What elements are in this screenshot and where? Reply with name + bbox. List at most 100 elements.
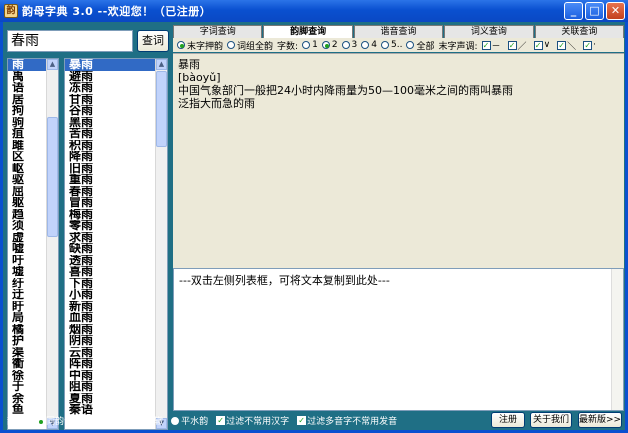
word-list-item[interactable]: 甘雨	[65, 94, 155, 106]
word-list-item[interactable]: 黑雨	[65, 117, 155, 129]
rhyme-pingshui[interactable]: 平水韵	[171, 414, 208, 427]
word-list-item[interactable]: 苦雨	[65, 128, 155, 140]
about-button[interactable]: 关于我们	[530, 412, 572, 428]
rhyme-char-list-item[interactable]: 橘	[8, 324, 46, 336]
char-count-3[interactable]: 3	[341, 40, 357, 50]
tone-flat[interactable]: ✓ －	[481, 39, 504, 52]
word-list-item[interactable]: 梅雨	[65, 209, 155, 221]
char-count-4[interactable]: 4	[361, 40, 377, 50]
tab-word-lookup[interactable]: 字词查询	[173, 25, 263, 38]
rhyme-char-list-item[interactable]: 吁	[8, 255, 46, 267]
tone-neutral[interactable]: ✓ ·	[583, 40, 599, 50]
rhyme-char-list-item[interactable]: 驱	[8, 174, 46, 186]
rhyme-char-list-item[interactable]: 于	[8, 381, 46, 393]
right-list-scrollbar[interactable]: ▲ ▼	[155, 59, 167, 429]
rhyme-char-list-item[interactable]: 盱	[8, 301, 46, 313]
char-count-5plus[interactable]: 5..	[381, 40, 402, 50]
scroll-up-icon[interactable]: ▲	[156, 59, 167, 70]
scroll-thumb[interactable]	[156, 71, 167, 147]
search-input[interactable]: 春雨	[7, 30, 133, 52]
word-list-item[interactable]: 缺雨	[65, 243, 155, 255]
notes-textarea[interactable]: ---双击左侧列表框，可将文本复制到此处---	[173, 268, 624, 411]
char-count-all[interactable]: 全部	[406, 39, 434, 52]
word-list-item[interactable]: 血雨	[65, 312, 155, 324]
rhyme-char-list-item[interactable]: 须	[8, 220, 46, 232]
rhyme-char-list-item[interactable]: 雎	[8, 140, 46, 152]
word-list-item[interactable]: 小雨	[65, 289, 155, 301]
word-list-item[interactable]: 喜雨	[65, 266, 155, 278]
rhyme-same-final[interactable]: 同韵母	[36, 414, 73, 427]
tone-dipping[interactable]: ✓ ∨	[533, 40, 554, 50]
maximize-button[interactable]: □	[585, 2, 604, 20]
word-list-item[interactable]: 重雨	[65, 174, 155, 186]
rhyme-char-list-item[interactable]: 屈	[8, 186, 46, 198]
word-list[interactable]: 暴雨 避雨 冻雨 甘雨 谷雨 黑雨 苦雨 积雨 降雨 旧雨 重雨 春雨 冒雨 梅雨 零雨 求雨 缺雨 透雨 喜雨 下雨…	[64, 58, 168, 430]
rhyme-thirteen[interactable]: 十三辙	[126, 414, 163, 427]
filter-rare-chars[interactable]: ✓ 过滤不常用汉字	[216, 414, 289, 427]
rhyme-char-list-item[interactable]: 疽	[8, 128, 46, 140]
word-list-item[interactable]: 阵雨	[65, 358, 155, 370]
query-button[interactable]: 查词	[137, 30, 169, 52]
rhyme-char-list-item[interactable]: 墟	[8, 266, 46, 278]
definition-panel[interactable]: 暴雨 [bàoyǔ] 中国气象部门一般把24小时内降雨量为50—100毫米之间的…	[173, 53, 624, 285]
rhyme-char-list-item[interactable]: 徐	[8, 370, 46, 382]
tone-falling[interactable]: ✓ ＼	[557, 39, 579, 52]
rhyme-char-list-item[interactable]: 禹	[8, 71, 46, 83]
rhyme-char-list-item[interactable]: 虚	[8, 232, 46, 244]
word-list-item[interactable]: 新雨	[65, 301, 155, 313]
scroll-thumb[interactable]	[47, 117, 58, 237]
rhyme-char-list-item[interactable]: 护	[8, 335, 46, 347]
rhyme-char-list-item[interactable]: 驹	[8, 117, 46, 129]
rhyme-char-list-item[interactable]: 渠	[8, 347, 46, 359]
word-list-item[interactable]: 谷雨	[65, 105, 155, 117]
close-button[interactable]: ✕	[606, 2, 625, 20]
word-list-item[interactable]: 旧雨	[65, 163, 155, 175]
word-list-item[interactable]: 冻雨	[65, 82, 155, 94]
word-list-item[interactable]: 春雨	[65, 186, 155, 198]
filter-rare-readings[interactable]: ✓ 过滤多音字不常用发音	[297, 414, 397, 427]
tone-rising[interactable]: ✓ ／	[507, 39, 530, 52]
scroll-up-icon[interactable]: ▲	[47, 59, 58, 70]
word-list-item[interactable]: 阴雨	[65, 335, 155, 347]
word-list-item[interactable]: 阻雨	[65, 381, 155, 393]
rhyme-char-list-item[interactable]: 拘	[8, 105, 46, 117]
rhyme-char-list-item[interactable]: 语	[8, 82, 46, 94]
word-list-item[interactable]: 下雨	[65, 278, 155, 290]
minimize-button[interactable]: _	[564, 2, 583, 20]
rhyme-char-list-item[interactable]: 嘘	[8, 243, 46, 255]
rhyme-char-list-item[interactable]: 趋	[8, 209, 46, 221]
word-list-item[interactable]: 求雨	[65, 232, 155, 244]
rhyme-char-list[interactable]: 雨禹语居拘驹疽雎区岖驱屈躯趋须虚嘘吁墟纡迂盱局橘护渠衢徐于余鱼 ▲ ▼	[7, 58, 59, 430]
option-full-phrase-rhyme[interactable]: 词组全韵	[227, 39, 273, 52]
rhyme-char-list-item[interactable]: 岖	[8, 163, 46, 175]
word-list-item[interactable]: 避雨	[65, 71, 155, 83]
tab-homophone-lookup[interactable]: 谐音查询	[353, 25, 444, 38]
rhyme-char-list-item[interactable]: 余	[8, 393, 46, 405]
rhyme-char-list-item[interactable]: 局	[8, 312, 46, 324]
word-list-item[interactable]: 冒雨	[65, 197, 155, 209]
word-list-item[interactable]: 积雨	[65, 140, 155, 152]
word-list-item[interactable]: 透雨	[65, 255, 155, 267]
tab-related-lookup[interactable]: 关联查询	[534, 25, 625, 38]
new-version-button[interactable]: 最新版>>	[578, 412, 622, 428]
rhyme-char-list-item[interactable]: 衢	[8, 358, 46, 370]
tab-meaning-lookup[interactable]: 词义查询	[444, 25, 534, 38]
rhyme-char-list-item[interactable]: 雨	[8, 59, 46, 71]
rhyme-char-list-item[interactable]: 居	[8, 94, 46, 106]
notes-scrollbar[interactable]	[611, 269, 623, 410]
option-last-char-rhyme[interactable]: 末字押韵	[177, 39, 223, 52]
rhyme-char-list-item[interactable]: 区	[8, 151, 46, 163]
word-list-item[interactable]: 降雨	[65, 151, 155, 163]
word-list-item[interactable]: 云雨	[65, 347, 155, 359]
rhyme-char-list-item[interactable]: 迂	[8, 289, 46, 301]
register-button[interactable]: 注册	[491, 412, 525, 428]
left-list-scrollbar[interactable]: ▲ ▼	[46, 59, 58, 429]
title-bar[interactable]: 韵 韵母字典 3.0 --欢迎您！（已注册） _ □ ✕	[0, 0, 628, 22]
char-count-2[interactable]: 2	[321, 40, 338, 50]
word-list-item[interactable]: 夏雨	[65, 393, 155, 405]
rhyme-eighteen[interactable]: 十八韵	[81, 414, 118, 427]
word-list-item[interactable]: 中雨	[65, 370, 155, 382]
rhyme-char-list-item[interactable]: 纡	[8, 278, 46, 290]
word-list-item[interactable]: 暴雨	[65, 59, 155, 71]
word-list-item[interactable]: 烟雨	[65, 324, 155, 336]
